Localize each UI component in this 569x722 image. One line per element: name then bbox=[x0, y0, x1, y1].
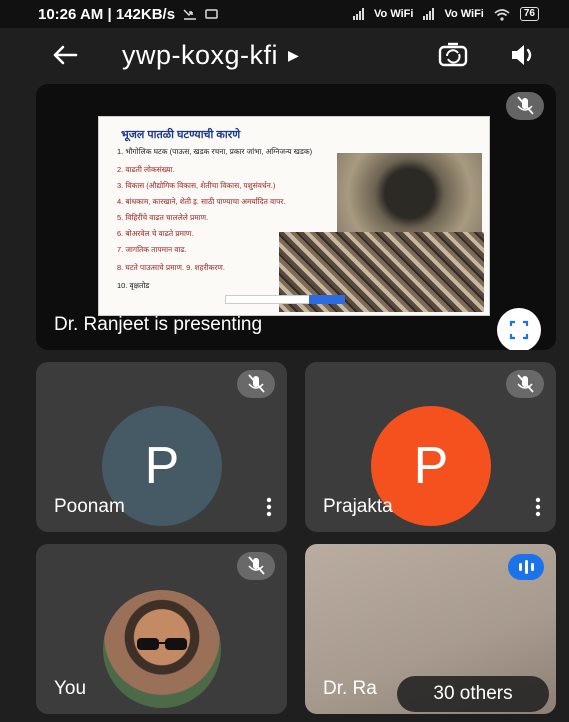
participant-name: Poonam bbox=[54, 496, 125, 517]
slide-notification-bar bbox=[225, 295, 311, 304]
participant-name: Prajakta bbox=[323, 496, 393, 517]
wifi-icon bbox=[494, 8, 510, 21]
others-button[interactable]: 30 others bbox=[397, 676, 549, 712]
slide-line: 1. भौगोलिक घटक (पाऊस, खडक रचना, प्रकार ज… bbox=[117, 147, 313, 156]
sunglasses-face-image bbox=[137, 638, 187, 650]
status-bar: 10:26 AM | 142KB/s Vo WiFi Vo WiFi 76 bbox=[0, 0, 569, 28]
battery-indicator: 76 bbox=[519, 7, 539, 21]
slide-notification-button bbox=[309, 295, 345, 304]
speaker-icon[interactable] bbox=[509, 42, 537, 68]
mic-off-badge bbox=[237, 370, 275, 398]
mic-off-badge bbox=[506, 92, 544, 120]
mic-off-icon bbox=[248, 556, 265, 575]
mic-off-badge bbox=[506, 370, 544, 398]
slide-line: 10. वृक्षतोड bbox=[117, 281, 150, 290]
missed-call-icon bbox=[183, 9, 197, 20]
mic-off-badge bbox=[237, 552, 275, 580]
volte-label-2: Vo WiFi bbox=[444, 8, 484, 20]
participant-name: You bbox=[54, 678, 87, 699]
participant-tile[interactable]: P Poonam bbox=[36, 362, 287, 532]
slide-line: 3. विकास (औद्योगिक विकास, शेतीचा विकास, … bbox=[117, 181, 276, 190]
presentation-tile[interactable]: भूजल पातळी घटण्याची कारणे 1. भौगोलिक घटक… bbox=[36, 84, 556, 350]
mic-off-icon bbox=[248, 374, 265, 393]
slide-line: 2. वाढती लोकसंख्या. bbox=[117, 165, 175, 174]
speaking-indicator bbox=[508, 554, 544, 580]
meeting-toolbar: ywp-koxg-kfi ▶ bbox=[0, 28, 569, 82]
well-image bbox=[337, 153, 482, 243]
more-vert-icon[interactable] bbox=[263, 496, 275, 518]
more-vert-icon[interactable] bbox=[532, 496, 544, 518]
slide-line: 6. बोअरवेल चे वाढते प्रमाण. bbox=[117, 229, 194, 238]
slide-title: भूजल पातळी घटण्याची कारणे bbox=[121, 129, 241, 141]
slide-line: 4. बांधकाम, कारखाने, शेती इ. साठी पाण्या… bbox=[117, 197, 286, 206]
slide-line: 7. जागतिक तापमान वाढ. bbox=[117, 245, 187, 254]
status-time: 10:26 AM | 142KB/s bbox=[38, 5, 176, 23]
shared-slide: भूजल पातळी घटण्याची कारणे 1. भौगोलिक घटक… bbox=[98, 116, 490, 316]
meeting-title[interactable]: ywp-koxg-kfi ▶ bbox=[122, 40, 299, 71]
mic-off-icon bbox=[517, 96, 534, 115]
screen-icon bbox=[205, 9, 218, 19]
profile-photo bbox=[103, 590, 221, 708]
fullscreen-button[interactable] bbox=[497, 308, 541, 350]
slide-line: 5. विहिरींचे वाढत चाललेले प्रमाण. bbox=[117, 213, 209, 222]
self-tile[interactable]: You bbox=[36, 544, 287, 714]
presenting-caption: Dr. Ranjeet is presenting bbox=[54, 314, 263, 335]
volte-label: Vo WiFi bbox=[374, 8, 414, 20]
caret-right-icon: ▶ bbox=[288, 47, 300, 63]
fullscreen-icon bbox=[509, 320, 529, 340]
mic-off-icon bbox=[517, 374, 534, 393]
back-arrow-icon[interactable] bbox=[50, 40, 80, 70]
signal-icon-2 bbox=[423, 8, 435, 20]
slide-line: 8. घटते पाऊसाचे प्रमाण. 9. शहरीकरण. bbox=[117, 263, 225, 272]
signal-icon bbox=[353, 8, 365, 20]
participant-tile[interactable]: P Prajakta bbox=[305, 362, 556, 532]
switch-camera-icon[interactable] bbox=[437, 40, 469, 70]
participant-name: Dr. Ra bbox=[323, 678, 377, 699]
meeting-code: ywp-koxg-kfi bbox=[122, 40, 279, 70]
